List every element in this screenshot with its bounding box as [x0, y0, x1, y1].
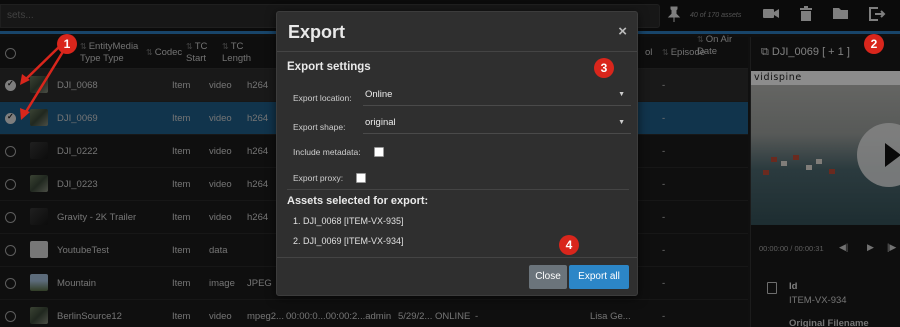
callout-badge: 4 [559, 235, 579, 255]
callout-arrows [20, 45, 66, 120]
callout-badge: 2 [864, 34, 884, 54]
callout-badge: 3 [594, 58, 614, 78]
callout-badge: 1 [57, 34, 77, 54]
callout-arrow [22, 49, 66, 116]
